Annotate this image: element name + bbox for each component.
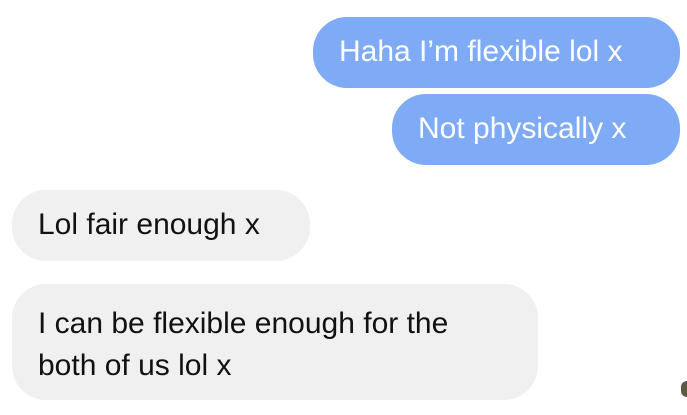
message-text: Haha I’m flexible lol x [339,35,623,68]
message-text: Lol fair enough x [38,208,260,241]
avatar [681,381,687,397]
message-text-line-1: I can be flexible enough for the [38,307,449,340]
sent-message-bubble[interactable]: Haha I’m flexible lol x [313,17,680,88]
message-text: Not physically x [418,112,627,145]
message-thread: Haha I’m flexible lol x Not physically x… [0,0,687,415]
received-message-bubble[interactable]: I can be flexible enough for the both of… [12,284,538,400]
sent-message-bubble[interactable]: Not physically x [392,94,680,165]
received-message-bubble[interactable]: Lol fair enough x [12,190,310,261]
message-text-line-2: both of us lol x [38,349,232,382]
